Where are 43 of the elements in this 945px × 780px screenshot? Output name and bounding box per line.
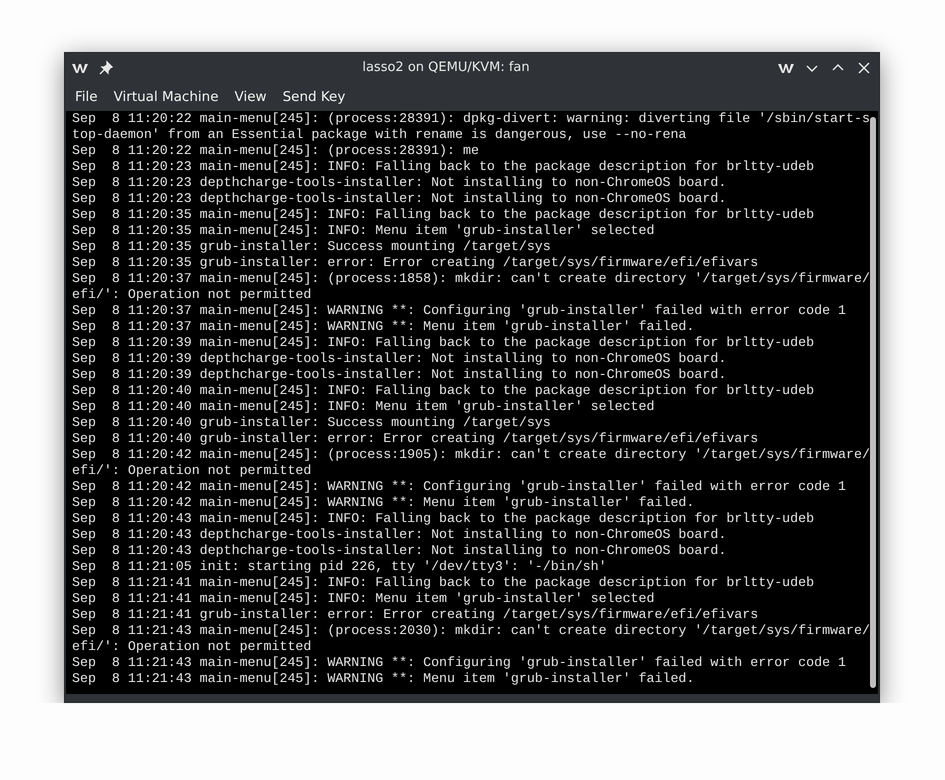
console-line: Sep 8 11:20:43 depthcharge-tools-installer: Not installing to non-ChromeOS board. bbox=[72, 527, 728, 543]
console-line: top-daemon' from an Essential package with rename is dangerous, use --no-rena bbox=[72, 127, 688, 143]
console-line: Sep 8 11:21:43 main-menu[245]: WARNING **: Configuring 'grub-installer' failed with error code 1 bbox=[72, 655, 848, 671]
console-line: Sep 8 11:20:22 main-menu[245]: (process:28391): me bbox=[72, 143, 480, 159]
menu-item[interactable]: Virtual Machine bbox=[108, 84, 225, 110]
console-line: Sep 8 11:20:40 main-menu[245]: INFO: Falling back to the package description for brltty-udeb bbox=[72, 383, 816, 399]
console-line: Sep 8 11:20:40 grub-installer: error: Error creating /target/sys/firmware/efi/efivars bbox=[72, 431, 760, 447]
console-line: Sep 8 11:20:39 depthcharge-tools-installer: Not installing to non-ChromeOS board. bbox=[72, 351, 728, 367]
console-line: Sep 8 11:20:23 depthcharge-tools-installer: Not installing to non-ChromeOS board. bbox=[72, 175, 728, 191]
menu-item[interactable]: File bbox=[69, 84, 104, 110]
console-line: Sep 8 11:20:35 grub-installer: error: Error creating /target/sys/firmware/efi/efivars bbox=[72, 255, 760, 271]
console-line: Sep 8 11:21:41 grub-installer: error: Error creating /target/sys/firmware/efi/efivars bbox=[72, 607, 760, 623]
console-line: Sep 8 11:21:41 main-menu[245]: INFO: Menu item 'grub-installer' selected bbox=[72, 591, 656, 607]
console-line: Sep 8 11:20:35 grub-installer: Success mounting /target/sys bbox=[72, 239, 552, 255]
console-line: Sep 8 11:20:23 depthcharge-tools-installer: Not installing to non-ChromeOS board. bbox=[72, 191, 728, 207]
menu-item[interactable]: View bbox=[228, 84, 273, 110]
console-line: Sep 8 11:20:40 grub-installer: Success mounting /target/sys bbox=[72, 415, 552, 431]
console-line: Sep 8 11:20:35 main-menu[245]: INFO: Falling back to the package description for brltty-udeb bbox=[72, 207, 816, 223]
console-line: Sep 8 11:20:37 main-menu[245]: WARNING **: Menu item 'grub-installer' failed. bbox=[72, 319, 696, 335]
console-line: Sep 8 11:20:37 main-menu[245]: (process:1858): mkdir: can't create directory '/target/sys/firmware/ bbox=[72, 271, 871, 287]
console-line: efi/': Operation not permitted bbox=[72, 639, 312, 655]
console-line: efi/': Operation not permitted bbox=[72, 287, 312, 303]
console-line: Sep 8 11:21:43 main-menu[245]: (process:2030): mkdir: can't create directory '/target/sys/firmware/ bbox=[72, 623, 871, 639]
console-line: Sep 8 11:20:42 main-menu[245]: WARNING **: Menu item 'grub-installer' failed. bbox=[72, 495, 696, 511]
console-line: Sep 8 11:21:41 main-menu[245]: INFO: Falling back to the package description for brltty-udeb bbox=[72, 575, 816, 591]
console-line: Sep 8 11:20:39 main-menu[245]: INFO: Falling back to the package description for brltty-udeb bbox=[72, 335, 816, 351]
console-line: Sep 8 11:20:37 main-menu[245]: WARNING **: Configuring 'grub-installer' failed with error code 1 bbox=[72, 303, 848, 319]
console-line: Sep 8 11:20:23 main-menu[245]: INFO: Falling back to the package description for brltty-udeb bbox=[72, 159, 816, 175]
console-line: Sep 8 11:20:43 main-menu[245]: INFO: Falling back to the package description for brltty-udeb bbox=[72, 511, 816, 527]
console-line: Sep 8 11:20:43 depthcharge-tools-installer: Not installing to non-ChromeOS board. bbox=[72, 543, 728, 559]
console-line: Sep 8 11:21:05 init: starting pid 226, tty '/dev/tty3': '-/bin/sh' bbox=[72, 559, 608, 575]
console-line: Sep 8 11:21:43 main-menu[245]: WARNING **: Menu item 'grub-installer' failed. bbox=[72, 671, 696, 687]
console-line: Sep 8 11:20:40 main-menu[245]: INFO: Menu item 'grub-installer' selected bbox=[72, 399, 656, 415]
menu-item[interactable]: Send Key bbox=[276, 84, 352, 110]
console-line: Sep 8 11:20:22 main-menu[245]: (process:28391): dpkg-divert: warning: diverting file '/sbin/start-s bbox=[72, 111, 871, 127]
console-line: Sep 8 11:20:42 main-menu[245]: (process:1905): mkdir: can't create directory '/target/sys/firmware/ bbox=[72, 447, 871, 463]
pin-icon[interactable] bbox=[97, 59, 115, 77]
console-line: efi/': Operation not permitted bbox=[72, 463, 312, 479]
window-title: lasso2 on QEMU/KVM: fan bbox=[361, 59, 531, 78]
console-line: Sep 8 11:20:42 main-menu[245]: WARNING **: Configuring 'grub-installer' failed with error code 1 bbox=[72, 479, 848, 495]
console-line: Sep 8 11:20:35 main-menu[245]: INFO: Menu item 'grub-installer' selected bbox=[72, 223, 656, 239]
console-line: Sep 8 11:20:39 depthcharge-tools-installer: Not installing to non-ChromeOS board. bbox=[72, 367, 728, 383]
scrollbar-thumb[interactable] bbox=[870, 117, 876, 688]
